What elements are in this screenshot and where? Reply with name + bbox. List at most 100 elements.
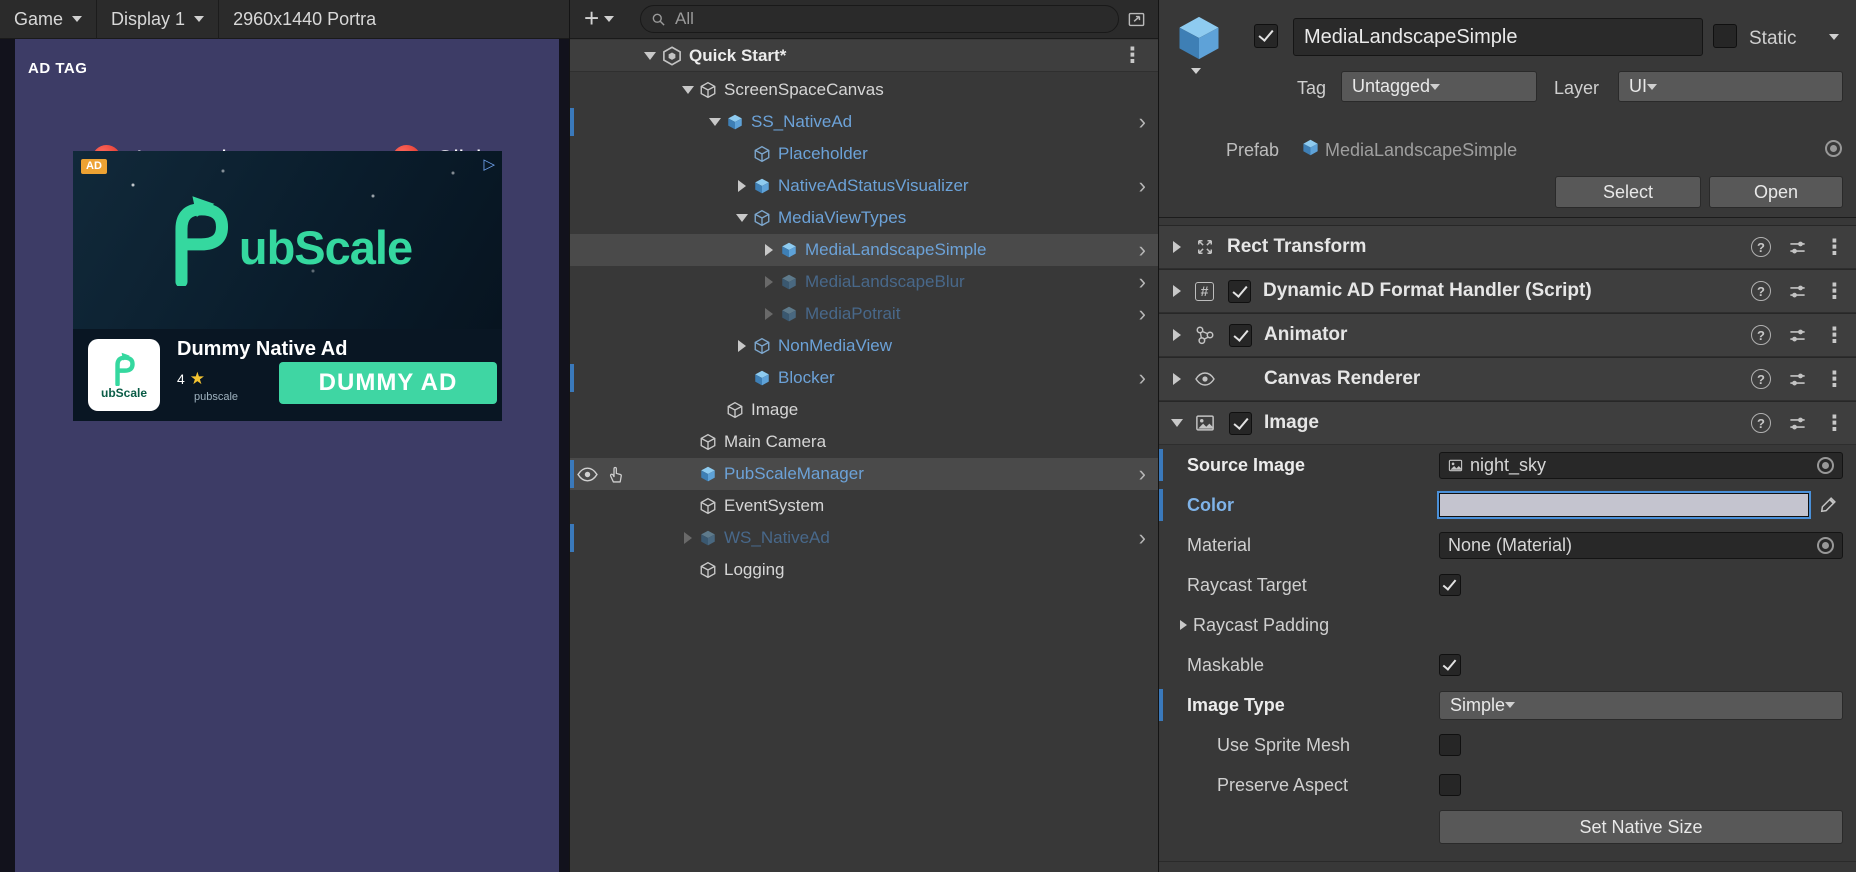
material-field[interactable]: None (Material) — [1439, 532, 1843, 559]
help-icon[interactable]: ? — [1751, 325, 1771, 345]
foldout-arrow[interactable] — [678, 532, 698, 544]
help-icon[interactable]: ? — [1751, 369, 1771, 389]
game-tab-dropdown[interactable]: Game — [0, 0, 96, 38]
scene-header-quick-start[interactable]: Quick Start* ⋮ — [570, 40, 1159, 72]
prefab-open-chevron[interactable]: › — [1139, 239, 1146, 261]
foldout-arrow[interactable] — [1167, 329, 1187, 341]
prefab-open-chevron[interactable]: › — [1139, 463, 1146, 485]
foldout-arrow[interactable] — [1167, 285, 1187, 297]
object-picker-icon[interactable] — [1817, 457, 1834, 474]
help-icon[interactable]: ? — [1751, 413, 1771, 433]
gameobject-big-icon[interactable] — [1173, 12, 1225, 64]
component-menu-icon[interactable]: ⋮ — [1824, 325, 1845, 346]
hierarchy-search[interactable] — [640, 5, 1119, 33]
presets-icon[interactable] — [1788, 238, 1807, 257]
foldout-arrow[interactable] — [732, 214, 752, 222]
static-options-chevron[interactable] — [1829, 34, 1839, 40]
hierarchy-row-placeholder[interactable]: Placeholder — [570, 138, 1159, 170]
component-menu-icon[interactable]: ⋮ — [1824, 369, 1845, 390]
hierarchy-row-nonmediaview[interactable]: NonMediaView — [570, 330, 1159, 362]
hierarchy-row-pubscalemanager[interactable]: PubScaleManager › — [570, 458, 1159, 490]
component-enabled-checkbox[interactable] — [1229, 412, 1252, 435]
visibility-eye-icon[interactable] — [577, 467, 598, 482]
component-enabled-checkbox[interactable] — [1229, 324, 1252, 347]
tag-dropdown[interactable]: Untagged — [1341, 71, 1537, 102]
hierarchy-row-mediapotrait[interactable]: MediaPotrait › — [570, 298, 1159, 330]
prefab-open-chevron[interactable]: › — [1139, 111, 1146, 133]
prefab-open-button[interactable]: Open — [1709, 176, 1843, 208]
hierarchy-row-nativeadstatusvisualizer[interactable]: NativeAdStatusVisualizer › — [570, 170, 1159, 202]
object-picker-icon[interactable] — [1817, 537, 1834, 554]
presets-icon[interactable] — [1788, 370, 1807, 389]
foldout-arrow[interactable] — [640, 52, 660, 60]
foldout-arrow[interactable] — [759, 244, 779, 256]
hierarchy-row-medialandscapeblur[interactable]: MediaLandscapeBlur › — [570, 266, 1159, 298]
foldout-arrow[interactable] — [732, 340, 752, 352]
foldout-arrow[interactable] — [759, 308, 779, 320]
foldout-arrow[interactable] — [1167, 241, 1187, 253]
prefab-open-chevron[interactable]: › — [1139, 271, 1146, 293]
presets-icon[interactable] — [1788, 282, 1807, 301]
prefab-open-chevron[interactable]: › — [1139, 527, 1146, 549]
picking-hand-icon[interactable] — [607, 466, 624, 483]
hierarchy-row-screenspacecanvas[interactable]: ScreenSpaceCanvas — [570, 74, 1159, 106]
create-object-button[interactable]: + — [570, 0, 624, 38]
set-native-size-button[interactable]: Set Native Size — [1439, 810, 1843, 844]
component-menu-icon[interactable]: ⋮ — [1824, 281, 1845, 302]
native-ad-card[interactable]: ubScale AD ▷ ubScale Dummy Native Ad 4 ★… — [73, 151, 502, 421]
eyedropper-icon[interactable] — [1818, 495, 1838, 515]
component-menu-icon[interactable]: ⋮ — [1824, 413, 1845, 434]
object-name-input[interactable] — [1293, 18, 1703, 56]
foldout-arrow[interactable] — [1173, 620, 1193, 630]
prefab-open-chevron[interactable]: › — [1139, 175, 1146, 197]
prefab-select-button[interactable]: Select — [1555, 176, 1701, 208]
resolution-dropdown[interactable]: 2960x1440 Portra — [219, 0, 569, 38]
foldout-arrow[interactable] — [1167, 373, 1187, 385]
prefab-picker-icon[interactable] — [1825, 140, 1842, 157]
scene-menu-icon[interactable]: ⋮ — [1122, 45, 1143, 66]
hierarchy-row-ws-nativead[interactable]: WS_NativeAd › — [570, 522, 1159, 554]
component-enabled-checkbox[interactable] — [1228, 280, 1251, 303]
color-swatch[interactable] — [1439, 493, 1809, 517]
foldout-arrow[interactable] — [1167, 419, 1187, 427]
hierarchy-row-ss-nativead[interactable]: SS_NativeAd › — [570, 106, 1159, 138]
static-checkbox[interactable] — [1713, 24, 1737, 48]
component-header-dynamic-ad-format-handler[interactable]: # Dynamic AD Format Handler (Script) ? ⋮ — [1159, 269, 1856, 313]
foldout-arrow[interactable] — [732, 180, 752, 192]
help-icon[interactable]: ? — [1751, 281, 1771, 301]
foldout-arrow[interactable] — [759, 276, 779, 288]
presets-icon[interactable] — [1788, 326, 1807, 345]
hierarchy-row-mediaviewtypes[interactable]: MediaViewTypes — [570, 202, 1159, 234]
component-header-image[interactable]: Image ? ⋮ — [1159, 401, 1856, 445]
component-header-animator[interactable]: Animator ? ⋮ — [1159, 313, 1856, 357]
use-sprite-mesh-checkbox[interactable] — [1439, 734, 1461, 756]
display-dropdown[interactable]: Display 1 — [97, 0, 218, 38]
component-menu-icon[interactable]: ⋮ — [1824, 237, 1845, 258]
maskable-checkbox[interactable] — [1439, 654, 1461, 676]
scene-picker-icon[interactable] — [1127, 10, 1146, 29]
hierarchy-row-image[interactable]: Image — [570, 394, 1159, 426]
hierarchy-row-blocker[interactable]: Blocker › — [570, 362, 1159, 394]
adchoices-icon[interactable]: ▷ — [483, 155, 495, 173]
prefab-asset-name[interactable]: MediaLandscapeSimple — [1325, 140, 1517, 161]
source-image-field[interactable]: night_sky — [1439, 452, 1843, 479]
preserve-aspect-checkbox[interactable] — [1439, 774, 1461, 796]
foldout-arrow[interactable] — [678, 86, 698, 94]
property-row-raycast-padding[interactable]: Raycast Padding — [1159, 605, 1856, 645]
search-input[interactable] — [673, 8, 1108, 30]
image-type-dropdown[interactable]: Simple — [1439, 691, 1843, 720]
component-header-rect-transform[interactable]: Rect Transform ? ⋮ — [1159, 225, 1856, 269]
hierarchy-row-eventsystem[interactable]: EventSystem — [570, 490, 1159, 522]
help-icon[interactable]: ? — [1751, 237, 1771, 257]
presets-icon[interactable] — [1788, 414, 1807, 433]
layer-dropdown[interactable]: UI — [1618, 71, 1843, 102]
ad-cta-button[interactable]: DUMMY AD — [279, 362, 497, 404]
hierarchy-row-main-camera[interactable]: Main Camera — [570, 426, 1159, 458]
active-checkbox[interactable] — [1254, 24, 1278, 48]
component-header-canvas-renderer[interactable]: Canvas Renderer ? ⋮ — [1159, 357, 1856, 401]
hierarchy-row-logging[interactable]: Logging — [570, 554, 1159, 586]
icon-select-chevron[interactable] — [1191, 68, 1201, 74]
raycast-target-checkbox[interactable] — [1439, 574, 1461, 596]
foldout-arrow[interactable] — [705, 118, 725, 126]
hierarchy-row-medialandscapesimple[interactable]: MediaLandscapeSimple › — [570, 234, 1159, 266]
